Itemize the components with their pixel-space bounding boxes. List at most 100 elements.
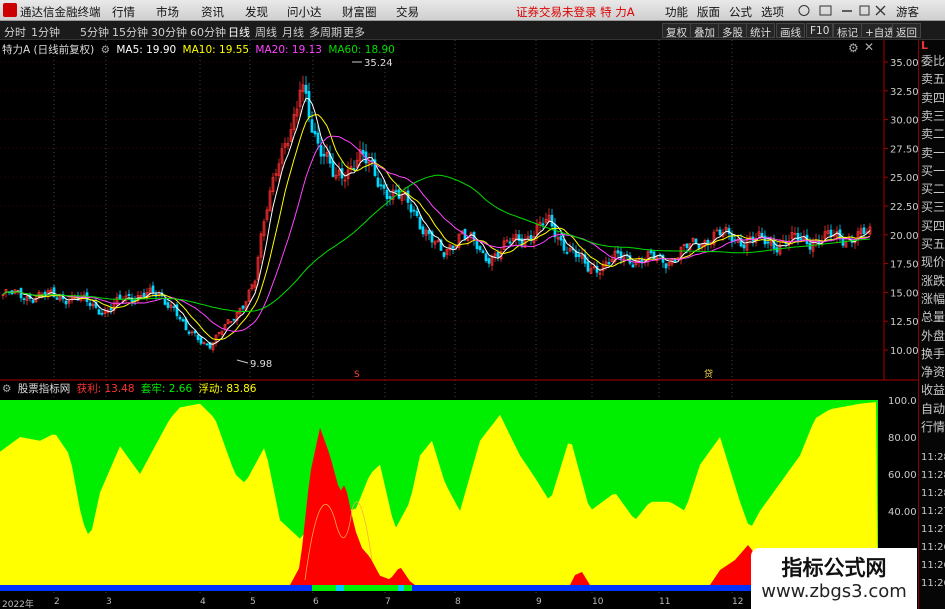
quote-sidebar: L 委比 卖五 卖四 卖三 卖二 卖一 买一 买二 买三 买四 买五 现价 涨跌 涨幅 总量 外盘 换手 净资 收益… bbox=[918, 39, 945, 609]
multi-stock-button[interactable]: 多股 bbox=[718, 23, 747, 39]
candle-body bbox=[187, 331, 191, 334]
help-icon[interactable] bbox=[798, 5, 810, 16]
menu-item-ask[interactable]: 问小达 bbox=[287, 4, 322, 20]
menu-item-wealth[interactable]: 财富圈 bbox=[342, 4, 377, 20]
candle-body bbox=[796, 233, 800, 241]
candle-body bbox=[412, 209, 416, 212]
restore-rights-button[interactable]: 复权 bbox=[662, 23, 691, 39]
settings-gear-icon[interactable]: ⚙ bbox=[101, 44, 110, 56]
price-tick-label: 15.00 bbox=[890, 288, 918, 299]
sidebar-badge[interactable]: L bbox=[921, 39, 928, 52]
candle-body bbox=[421, 226, 425, 235]
menu-item-function[interactable]: 功能 bbox=[665, 4, 688, 20]
close-icon[interactable] bbox=[875, 5, 886, 16]
bottom-signal-bar-cyan-2 bbox=[398, 585, 404, 591]
guest-user[interactable]: 游客 bbox=[896, 4, 919, 20]
main-legend: 特力A (日线前复权) ⚙ MA5: 19.90 MA10: 19.55 MA2… bbox=[2, 42, 398, 57]
tab-period-more[interactable]: 更多 bbox=[343, 24, 365, 40]
sidebar-label: 净资 bbox=[921, 365, 945, 380]
candle-body bbox=[163, 298, 167, 305]
sidebar-time: 11:26 bbox=[921, 578, 945, 589]
candle-body bbox=[232, 318, 236, 321]
tab-period-monthly[interactable]: 月线 bbox=[282, 24, 304, 40]
price-tick-label: 27.50 bbox=[890, 144, 918, 155]
date-label: 2 bbox=[54, 597, 60, 607]
candle-body bbox=[181, 319, 185, 322]
tab-period-weekly[interactable]: 周线 bbox=[255, 24, 277, 40]
menu-item-news[interactable]: 资讯 bbox=[201, 4, 224, 20]
overlay-button[interactable]: 叠加 bbox=[690, 23, 719, 39]
login-notice[interactable]: 证券交易未登录 特 力A bbox=[516, 4, 635, 20]
candle-body bbox=[586, 261, 590, 272]
profit-label: 获利: 13.48 bbox=[76, 383, 135, 395]
date-label: 11 bbox=[659, 597, 671, 607]
indicator-gear-icon[interactable]: ⚙ bbox=[2, 383, 11, 395]
tab-period-1min[interactable]: 1分钟 bbox=[31, 24, 60, 40]
date-label: 2022年 bbox=[2, 600, 34, 609]
price-tick-label: 12.50 bbox=[890, 317, 918, 328]
candle-body bbox=[685, 243, 689, 248]
maximize-icon[interactable] bbox=[859, 5, 870, 16]
menu-item-market[interactable]: 市场 bbox=[156, 4, 179, 20]
sidebar-label: 卖一 bbox=[921, 145, 945, 160]
candle-body bbox=[127, 293, 131, 296]
tab-period-multi[interactable]: 多周期 bbox=[309, 24, 342, 40]
menu-item-discover[interactable]: 发现 bbox=[245, 4, 268, 20]
kline-chart[interactable]: 35.00 32.50 30.00 27.50 25.00 22.50 20.00 17.50… bbox=[0, 40, 918, 597]
candle-body bbox=[694, 238, 698, 244]
candle-body bbox=[376, 177, 380, 187]
watermark-title: 指标公式网 bbox=[781, 556, 887, 580]
period-toolbar: 分时 1分钟 5分钟 15分钟 30分钟 60分钟 日线 周线 月线 多周期 更… bbox=[0, 21, 945, 40]
tab-period-daily[interactable]: 日线 bbox=[228, 24, 250, 40]
price-tick-label: 25.00 bbox=[890, 173, 918, 184]
price-tick-label: 17.50 bbox=[890, 260, 918, 271]
login-notice-text: 证券交易未登录 bbox=[516, 5, 597, 19]
candle-body bbox=[388, 196, 392, 199]
menu-item-quotes[interactable]: 行情 bbox=[112, 4, 135, 20]
date-label: 6 bbox=[313, 597, 319, 607]
menu-item-layout[interactable]: 版面 bbox=[697, 4, 720, 20]
menu-item-options[interactable]: 选项 bbox=[761, 4, 784, 20]
candle-body bbox=[22, 298, 26, 301]
candle-body bbox=[307, 91, 311, 118]
sidebar-label: 卖三 bbox=[921, 108, 945, 123]
bottom-signal-bar-green bbox=[312, 585, 412, 591]
candle-body bbox=[241, 305, 245, 309]
candle-body bbox=[664, 263, 668, 269]
tab-period-5min[interactable]: 5分钟 bbox=[80, 24, 109, 40]
chart-title: 特力A (日线前复权) bbox=[2, 44, 95, 56]
trapped-label: 套牢: 2.66 bbox=[140, 383, 193, 395]
sidebar-time: 11:28 bbox=[921, 488, 945, 499]
tab-period-15min[interactable]: 15分钟 bbox=[112, 24, 148, 40]
menu-item-trade[interactable]: 交易 bbox=[396, 4, 419, 20]
candle-body bbox=[799, 238, 803, 241]
indicator-tick-label: 100.0 bbox=[888, 396, 917, 407]
candle-body bbox=[487, 258, 491, 264]
sidebar-label: 换手 bbox=[921, 346, 945, 361]
chart-settings-icon[interactable]: ⚙ bbox=[848, 41, 859, 55]
candle-body bbox=[379, 184, 383, 187]
chart-close-icon[interactable]: ✕ bbox=[864, 40, 874, 54]
float-label: 浮动: 83.86 bbox=[198, 383, 257, 395]
back-button[interactable]: 返回 bbox=[892, 23, 921, 39]
f10-button[interactable]: F10 bbox=[806, 23, 834, 38]
sidebar-label: 买二 bbox=[921, 182, 945, 197]
ma10-label: MA10: 19.55 bbox=[182, 44, 250, 56]
candle-body bbox=[742, 244, 746, 249]
draw-line-button[interactable]: 画线 bbox=[776, 23, 805, 39]
indicator-tick-label: 60.00 bbox=[888, 470, 917, 481]
sidebar-label: 收益 bbox=[921, 383, 945, 398]
tab-period-timeshare[interactable]: 分时 bbox=[4, 24, 26, 40]
sidebar-label: 涨幅 bbox=[921, 291, 945, 306]
candle-body bbox=[331, 160, 335, 177]
stats-button[interactable]: 统计 bbox=[746, 23, 775, 39]
menu-item-formula[interactable]: 公式 bbox=[729, 4, 752, 20]
tab-period-30min[interactable]: 30分钟 bbox=[151, 24, 187, 40]
candle-body bbox=[484, 253, 488, 262]
tab-period-60min[interactable]: 60分钟 bbox=[190, 24, 226, 40]
skin-icon[interactable] bbox=[819, 5, 832, 16]
mark-button[interactable]: 标记 bbox=[833, 23, 862, 39]
sidebar-label: 买四 bbox=[921, 218, 945, 233]
candle-body bbox=[808, 242, 812, 250]
sidebar-time: 11:27 bbox=[921, 524, 945, 535]
